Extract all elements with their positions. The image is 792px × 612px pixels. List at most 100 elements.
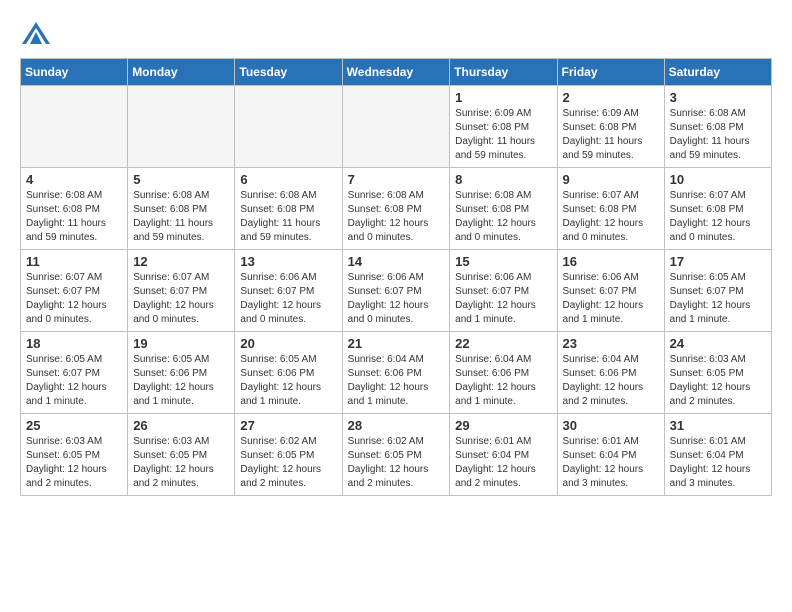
calendar-cell: 14 Sunrise: 6:06 AM Sunset: 6:07 PM Dayli… — [342, 250, 450, 332]
day-number: 29 — [455, 418, 551, 433]
calendar-cell — [342, 86, 450, 168]
day-info: Sunrise: 6:03 AM Sunset: 6:05 PM Dayligh… — [26, 435, 122, 491]
day-info: Sunrise: 6:06 AM Sunset: 6:07 PM Dayligh… — [563, 271, 659, 327]
day-number: 19 — [133, 336, 229, 351]
day-info: Sunrise: 6:07 AM Sunset: 6:08 PM Dayligh… — [563, 189, 659, 245]
calendar-cell: 23 Sunrise: 6:04 AM Sunset: 6:06 PM Dayli… — [557, 332, 664, 414]
calendar-cell: 12Sunrise: 6:07 AM Sunset: 6:07 PM Dayli… — [128, 250, 235, 332]
calendar-cell: 6 Sunrise: 6:08 AM Sunset: 6:08 PM Daylig… — [235, 168, 342, 250]
day-number: 13 — [240, 254, 336, 269]
day-info: Sunrise: 6:08 AM Sunset: 6:08 PM Dayligh… — [26, 189, 122, 245]
day-number: 14 — [348, 254, 445, 269]
calendar-header-row: SundayMondayTuesdayWednesdayThursdayFrid… — [21, 59, 772, 86]
day-number: 21 — [348, 336, 445, 351]
calendar-week-row: 11 Sunrise: 6:07 AM Sunset: 6:07 PM Dayli… — [21, 250, 772, 332]
day-info: Sunrise: 6:03 AM Sunset: 6:05 PM Dayligh… — [670, 353, 766, 409]
page-header — [20, 20, 772, 48]
calendar-cell: 17 Sunrise: 6:05 AM Sunset: 6:07 PM Dayli… — [664, 250, 771, 332]
calendar-cell: 31Sunrise: 6:01 AM Sunset: 6:04 PM Dayli… — [664, 414, 771, 496]
day-info: Sunrise: 6:07 AM Sunset: 6:07 PM Dayligh… — [26, 271, 122, 327]
calendar-cell: 30 Sunrise: 6:01 AM Sunset: 6:04 PM Dayli… — [557, 414, 664, 496]
day-info: Sunrise: 6:04 AM Sunset: 6:06 PM Dayligh… — [563, 353, 659, 409]
calendar-cell — [21, 86, 128, 168]
day-number: 22 — [455, 336, 551, 351]
calendar-cell: 25Sunrise: 6:03 AM Sunset: 6:05 PM Dayli… — [21, 414, 128, 496]
day-info: Sunrise: 6:06 AM Sunset: 6:07 PM Dayligh… — [348, 271, 445, 327]
day-info: Sunrise: 6:05 AM Sunset: 6:07 PM Dayligh… — [670, 271, 766, 327]
day-number: 10 — [670, 172, 766, 187]
calendar-body: 1Sunrise: 6:09 AM Sunset: 6:08 PM Daylig… — [21, 86, 772, 496]
calendar-cell: 15 Sunrise: 6:06 AM Sunset: 6:07 PM Dayli… — [450, 250, 557, 332]
day-info: Sunrise: 6:08 AM Sunset: 6:08 PM Dayligh… — [133, 189, 229, 245]
day-header: Sunday — [21, 59, 128, 86]
day-info: Sunrise: 6:01 AM Sunset: 6:04 PM Dayligh… — [563, 435, 659, 491]
calendar-cell: 1Sunrise: 6:09 AM Sunset: 6:08 PM Daylig… — [450, 86, 557, 168]
calendar-cell: 20 Sunrise: 6:05 AM Sunset: 6:06 PM Dayli… — [235, 332, 342, 414]
logo — [20, 20, 56, 48]
day-info: Sunrise: 6:04 AM Sunset: 6:06 PM Dayligh… — [348, 353, 445, 409]
day-info: Sunrise: 6:08 AM Sunset: 6:08 PM Dayligh… — [670, 107, 766, 163]
day-header: Saturday — [664, 59, 771, 86]
calendar-cell: 8Sunrise: 6:08 AM Sunset: 6:08 PM Daylig… — [450, 168, 557, 250]
day-number: 11 — [26, 254, 122, 269]
calendar-week-row: 25Sunrise: 6:03 AM Sunset: 6:05 PM Dayli… — [21, 414, 772, 496]
day-number: 17 — [670, 254, 766, 269]
day-header: Friday — [557, 59, 664, 86]
day-number: 15 — [455, 254, 551, 269]
calendar-cell: 29 Sunrise: 6:01 AM Sunset: 6:04 PM Dayli… — [450, 414, 557, 496]
calendar-cell — [128, 86, 235, 168]
day-number: 6 — [240, 172, 336, 187]
calendar-cell: 4 Sunrise: 6:08 AM Sunset: 6:08 PM Daylig… — [21, 168, 128, 250]
day-number: 20 — [240, 336, 336, 351]
calendar-cell: 22 Sunrise: 6:04 AM Sunset: 6:06 PM Dayli… — [450, 332, 557, 414]
day-info: Sunrise: 6:03 AM Sunset: 6:05 PM Dayligh… — [133, 435, 229, 491]
calendar-cell: 26 Sunrise: 6:03 AM Sunset: 6:05 PM Dayli… — [128, 414, 235, 496]
calendar-week-row: 18 Sunrise: 6:05 AM Sunset: 6:07 PM Dayli… — [21, 332, 772, 414]
calendar-cell: 16 Sunrise: 6:06 AM Sunset: 6:07 PM Dayli… — [557, 250, 664, 332]
day-number: 18 — [26, 336, 122, 351]
calendar-cell: 11 Sunrise: 6:07 AM Sunset: 6:07 PM Dayli… — [21, 250, 128, 332]
day-number: 2 — [563, 90, 659, 105]
day-number: 24 — [670, 336, 766, 351]
calendar-cell: 24 Sunrise: 6:03 AM Sunset: 6:05 PM Dayli… — [664, 332, 771, 414]
day-info: Sunrise: 6:09 AM Sunset: 6:08 PM Dayligh… — [563, 107, 659, 163]
calendar-cell: 9 Sunrise: 6:07 AM Sunset: 6:08 PM Daylig… — [557, 168, 664, 250]
day-number: 5 — [133, 172, 229, 187]
day-info: Sunrise: 6:08 AM Sunset: 6:08 PM Dayligh… — [455, 189, 551, 245]
day-header: Monday — [128, 59, 235, 86]
calendar-cell: 21 Sunrise: 6:04 AM Sunset: 6:06 PM Dayli… — [342, 332, 450, 414]
day-number: 3 — [670, 90, 766, 105]
calendar-cell: 10 Sunrise: 6:07 AM Sunset: 6:08 PM Dayli… — [664, 168, 771, 250]
calendar-cell: 5 Sunrise: 6:08 AM Sunset: 6:08 PM Daylig… — [128, 168, 235, 250]
logo-icon — [20, 20, 52, 48]
day-info: Sunrise: 6:07 AM Sunset: 6:08 PM Dayligh… — [670, 189, 766, 245]
day-number: 16 — [563, 254, 659, 269]
calendar-cell: 28 Sunrise: 6:02 AM Sunset: 6:05 PM Dayli… — [342, 414, 450, 496]
calendar-table: SundayMondayTuesdayWednesdayThursdayFrid… — [20, 58, 772, 496]
day-info: Sunrise: 6:06 AM Sunset: 6:07 PM Dayligh… — [240, 271, 336, 327]
day-header: Tuesday — [235, 59, 342, 86]
calendar-cell: 7Sunrise: 6:08 AM Sunset: 6:08 PM Daylig… — [342, 168, 450, 250]
day-number: 30 — [563, 418, 659, 433]
day-info: Sunrise: 6:01 AM Sunset: 6:04 PM Dayligh… — [455, 435, 551, 491]
calendar-cell: 27Sunrise: 6:02 AM Sunset: 6:05 PM Dayli… — [235, 414, 342, 496]
day-number: 26 — [133, 418, 229, 433]
calendar-cell: 13 Sunrise: 6:06 AM Sunset: 6:07 PM Dayli… — [235, 250, 342, 332]
day-number: 23 — [563, 336, 659, 351]
day-info: Sunrise: 6:06 AM Sunset: 6:07 PM Dayligh… — [455, 271, 551, 327]
day-number: 7 — [348, 172, 445, 187]
calendar-week-row: 4 Sunrise: 6:08 AM Sunset: 6:08 PM Daylig… — [21, 168, 772, 250]
day-info: Sunrise: 6:09 AM Sunset: 6:08 PM Dayligh… — [455, 107, 551, 163]
day-info: Sunrise: 6:05 AM Sunset: 6:06 PM Dayligh… — [133, 353, 229, 409]
day-info: Sunrise: 6:04 AM Sunset: 6:06 PM Dayligh… — [455, 353, 551, 409]
day-info: Sunrise: 6:05 AM Sunset: 6:07 PM Dayligh… — [26, 353, 122, 409]
day-number: 28 — [348, 418, 445, 433]
day-header: Wednesday — [342, 59, 450, 86]
day-info: Sunrise: 6:05 AM Sunset: 6:06 PM Dayligh… — [240, 353, 336, 409]
day-info: Sunrise: 6:08 AM Sunset: 6:08 PM Dayligh… — [240, 189, 336, 245]
day-number: 4 — [26, 172, 122, 187]
day-info: Sunrise: 6:02 AM Sunset: 6:05 PM Dayligh… — [348, 435, 445, 491]
calendar-cell: 2 Sunrise: 6:09 AM Sunset: 6:08 PM Daylig… — [557, 86, 664, 168]
calendar-cell: 18 Sunrise: 6:05 AM Sunset: 6:07 PM Dayli… — [21, 332, 128, 414]
day-number: 9 — [563, 172, 659, 187]
